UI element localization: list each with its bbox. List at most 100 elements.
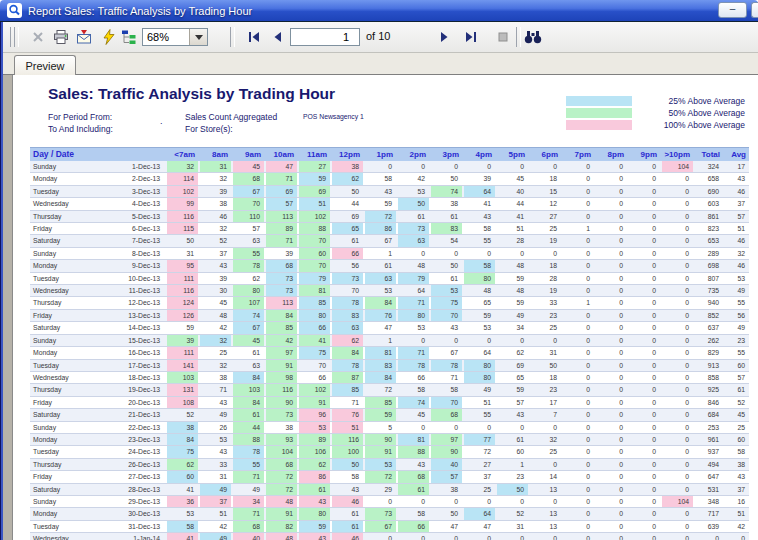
value-cell: 0	[627, 396, 660, 408]
value-cell: 102	[297, 210, 330, 222]
tab-preview[interactable]: Preview	[14, 55, 76, 75]
value-cell: 0	[594, 433, 627, 445]
value-cell: 86	[297, 471, 330, 483]
previous-page-button[interactable]	[272, 28, 282, 46]
value-cell: 85	[297, 297, 330, 309]
col-header: 6pm	[528, 148, 561, 162]
value-cell: 0	[660, 433, 693, 445]
col-header: 3pm	[429, 148, 462, 162]
value-cell: 84	[165, 433, 198, 445]
value-cell: 70	[231, 198, 264, 210]
value-cell: 71	[231, 471, 264, 483]
group-tree-button[interactable]	[121, 28, 137, 46]
next-page-button[interactable]	[440, 28, 450, 46]
value-cell: 54	[429, 235, 462, 247]
table-row: Thursday12-Dec-1312445107113857884717565…	[30, 297, 749, 309]
value-cell: 0	[594, 495, 627, 507]
table-row: Friday27-Dec-136031717286587268573723140…	[30, 471, 749, 483]
date-cell: 17-Dec-13	[105, 359, 165, 371]
value-cell: 0	[594, 347, 627, 359]
value-cell: 42	[198, 520, 231, 532]
value-cell: 0	[594, 322, 627, 334]
value-cell: 494	[693, 458, 723, 470]
value-cell: 735	[693, 285, 723, 297]
table-row: Thursday26-Dec-1362335568625053434027100…	[30, 458, 749, 470]
value-cell: 940	[693, 297, 723, 309]
value-cell: 0	[495, 334, 528, 346]
value-cell: 0	[627, 272, 660, 284]
value-cell: 71	[396, 347, 429, 359]
stop-icon	[498, 32, 508, 42]
value-cell: 658	[693, 173, 723, 185]
value-cell: 69	[264, 185, 297, 197]
print-button[interactable]	[53, 28, 69, 46]
value-cell: 1	[363, 247, 396, 259]
value-cell: 0	[561, 508, 594, 520]
value-cell: 0	[627, 198, 660, 210]
value-cell: 72	[264, 471, 297, 483]
day-cell: Thursday	[30, 210, 105, 222]
date-cell: 6-Dec-13	[105, 223, 165, 235]
col-header: Total	[693, 148, 723, 162]
date-cell: 15-Dec-13	[105, 334, 165, 346]
value-cell: 72	[363, 210, 396, 222]
value-cell: 51	[495, 223, 528, 235]
day-cell: Friday	[30, 396, 105, 408]
value-cell: 0	[594, 533, 627, 540]
export-email-button[interactable]	[76, 28, 92, 46]
value-cell: 0	[627, 223, 660, 235]
zoom-combobox[interactable]: 68%	[142, 28, 208, 46]
value-cell: 324	[693, 161, 723, 173]
value-cell: 60	[723, 359, 749, 371]
value-cell: 48	[264, 495, 297, 507]
value-cell: 68	[231, 173, 264, 185]
value-cell: 69	[495, 359, 528, 371]
value-cell: 39	[198, 185, 231, 197]
last-page-button[interactable]	[464, 28, 477, 46]
value-cell: 68	[429, 409, 462, 421]
value-cell: 52	[198, 235, 231, 247]
value-cell: 38	[429, 483, 462, 495]
value-cell: 0	[594, 471, 627, 483]
zoom-dropdown-button[interactable]	[189, 29, 207, 45]
search-button[interactable]	[524, 28, 542, 46]
value-cell: 61	[396, 210, 429, 222]
value-cell: 50	[330, 458, 363, 470]
value-cell: 41	[495, 210, 528, 222]
window-title: Report Sales: Traffic Analysis by Tradin…	[28, 5, 252, 17]
value-cell: 0	[429, 495, 462, 507]
value-cell: 83	[330, 309, 363, 321]
maximize-button-partial[interactable]	[751, 2, 758, 18]
date-cell: 28-Dec-13	[105, 483, 165, 495]
value-cell: 0	[660, 322, 693, 334]
value-cell: 104	[264, 446, 297, 458]
value-cell: 27	[297, 161, 330, 173]
refresh-button[interactable]	[101, 28, 117, 46]
value-cell: 90	[363, 433, 396, 445]
value-cell: 0	[561, 446, 594, 458]
value-cell: 115	[165, 223, 198, 235]
value-cell: 0	[396, 247, 429, 259]
value-cell: 0	[660, 334, 693, 346]
minimize-button[interactable]: –	[718, 2, 747, 18]
date-cell: 4-Dec-13	[105, 198, 165, 210]
stop-button[interactable]	[498, 28, 508, 46]
page-number-input[interactable]: 1	[290, 28, 360, 46]
value-cell: 46	[330, 533, 363, 540]
date-cell: 13-Dec-13	[105, 309, 165, 321]
value-cell: 289	[693, 247, 723, 259]
value-cell: 52	[165, 409, 198, 421]
value-cell: 53	[462, 322, 495, 334]
legend-label-25: 25% Above Average	[669, 96, 745, 106]
value-cell: 0	[561, 371, 594, 383]
value-cell: 53	[363, 285, 396, 297]
value-cell: 74	[231, 309, 264, 321]
value-cell: 0	[594, 247, 627, 259]
first-page-button[interactable]	[248, 28, 261, 46]
value-cell: 46	[330, 495, 363, 507]
close-preview-button[interactable]	[30, 28, 46, 46]
value-cell: 84	[231, 371, 264, 383]
value-cell: 0	[660, 309, 693, 321]
printer-icon	[53, 29, 69, 45]
value-cell: 32	[198, 334, 231, 346]
